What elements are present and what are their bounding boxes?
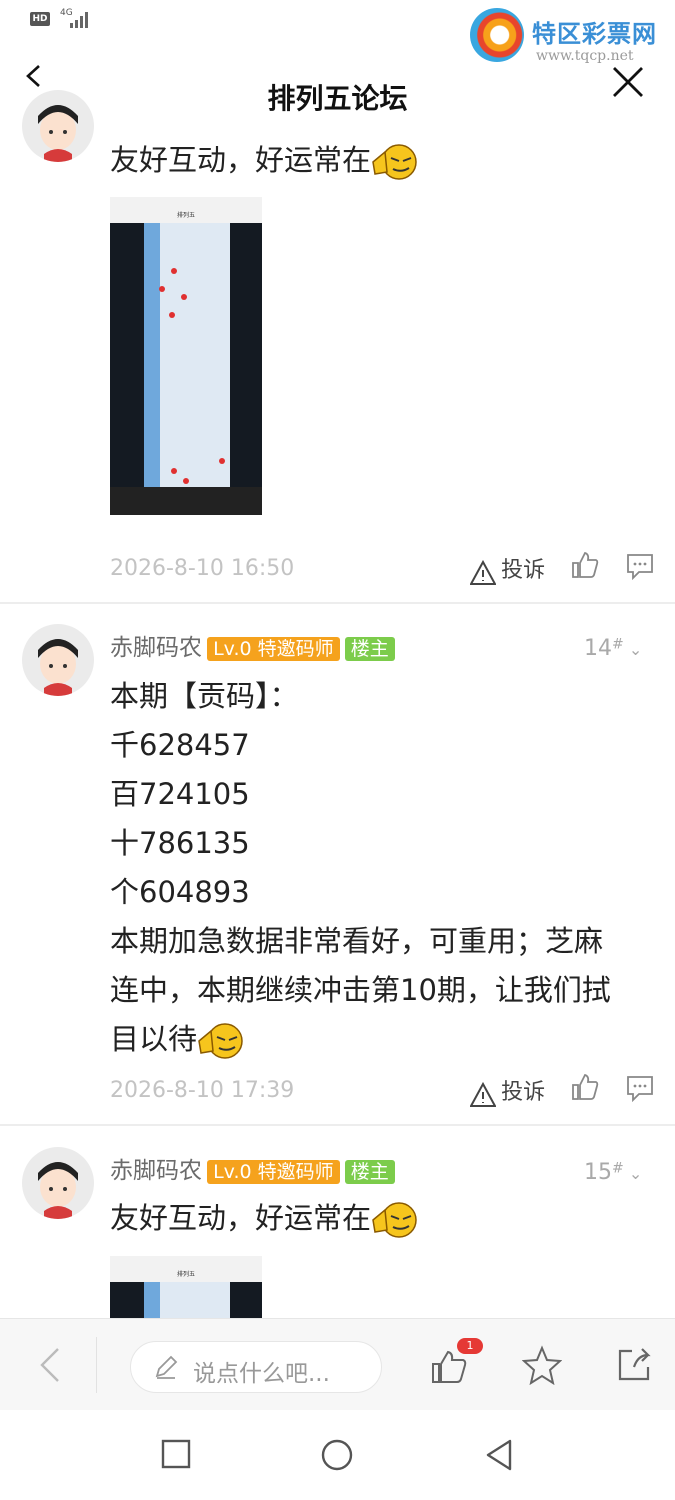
- post-14-author-row: 赤脚码农 Lv.0 特邀码师 楼主: [110, 628, 395, 662]
- divider: [0, 602, 675, 604]
- post-14-report-button[interactable]: 投诉: [469, 1074, 545, 1108]
- chevron-down-icon[interactable]: ⌄: [629, 1164, 642, 1183]
- bottom-action-bar: 说点什么吧... 1: [0, 1318, 675, 1411]
- thumbs-up-emoji-icon: [197, 1021, 243, 1061]
- comment-input[interactable]: 说点什么吧...: [130, 1341, 382, 1393]
- warning-icon: [469, 559, 497, 585]
- warning-icon: [469, 1081, 497, 1107]
- avatar[interactable]: [22, 624, 94, 696]
- avatar[interactable]: [22, 1147, 94, 1219]
- watermark-name: 特区彩票网: [532, 20, 657, 48]
- like-icon[interactable]: [430, 1349, 468, 1385]
- post-13-comment-icon[interactable]: [625, 552, 655, 580]
- host-badge: 楼主: [344, 637, 395, 661]
- recents-square-icon[interactable]: [160, 1438, 192, 1470]
- star-icon[interactable]: [522, 1345, 562, 1385]
- signal-icon: [70, 12, 90, 28]
- post-13-like-icon[interactable]: [570, 550, 600, 580]
- post-14-floor: 14# ⌄: [584, 636, 643, 661]
- system-nav-bar: [0, 1410, 675, 1500]
- watermark-logo: 特区彩票网 www.tqcp.net: [470, 8, 675, 68]
- username[interactable]: 赤脚码农: [110, 1158, 202, 1184]
- post-14-comment-icon[interactable]: [625, 1074, 655, 1102]
- post-14-like-icon[interactable]: [570, 1072, 600, 1102]
- host-badge: 楼主: [344, 1160, 395, 1184]
- level-badge: Lv.0 特邀码师: [207, 1160, 340, 1184]
- close-icon[interactable]: [610, 64, 646, 100]
- post-13-timestamp: 2026-8-10 16:50: [110, 556, 295, 581]
- post-15-floor: 15# ⌄: [584, 1160, 643, 1185]
- lottery-logo-icon: [470, 8, 524, 62]
- back-triangle-icon[interactable]: [484, 1438, 514, 1472]
- share-icon[interactable]: [614, 1345, 654, 1385]
- post-15-content: 友好互动，好运常在: [110, 1194, 417, 1243]
- thumbs-up-emoji-icon: [371, 142, 417, 182]
- post-13-content: 友好互动，好运常在: [110, 136, 417, 185]
- pencil-icon: [155, 1355, 178, 1379]
- home-circle-icon[interactable]: [320, 1438, 354, 1472]
- divider: [96, 1337, 97, 1393]
- hd-indicator: HD: [30, 12, 50, 26]
- post-14-timestamp: 2026-8-10 17:39: [110, 1078, 295, 1103]
- post-14-content: 本期【贡码】： 千628457 百724105 十786135 个604893 …: [110, 672, 670, 1064]
- thumbs-up-emoji-icon: [371, 1200, 417, 1240]
- post-15-author-row: 赤脚码农 Lv.0 特邀码师 楼主: [110, 1151, 395, 1185]
- post-13-image[interactable]: 排列五: [110, 197, 262, 515]
- svg-text:排列五: 排列五: [177, 1270, 195, 1278]
- like-count-badge: 1: [457, 1338, 483, 1354]
- post-15-image[interactable]: 排列五: [110, 1256, 262, 1318]
- divider: [0, 1124, 675, 1126]
- back-arrow-icon[interactable]: [38, 1347, 62, 1383]
- post-13-report-button[interactable]: 投诉: [469, 552, 545, 586]
- username[interactable]: 赤脚码农: [110, 635, 202, 661]
- watermark-url: www.tqcp.net: [536, 48, 634, 64]
- page-title: 排列五论坛: [267, 82, 408, 115]
- svg-text:排列五: 排列五: [177, 211, 195, 219]
- level-badge: Lv.0 特邀码师: [207, 637, 340, 661]
- chevron-down-icon[interactable]: ⌄: [629, 640, 642, 659]
- avatar[interactable]: [22, 90, 94, 162]
